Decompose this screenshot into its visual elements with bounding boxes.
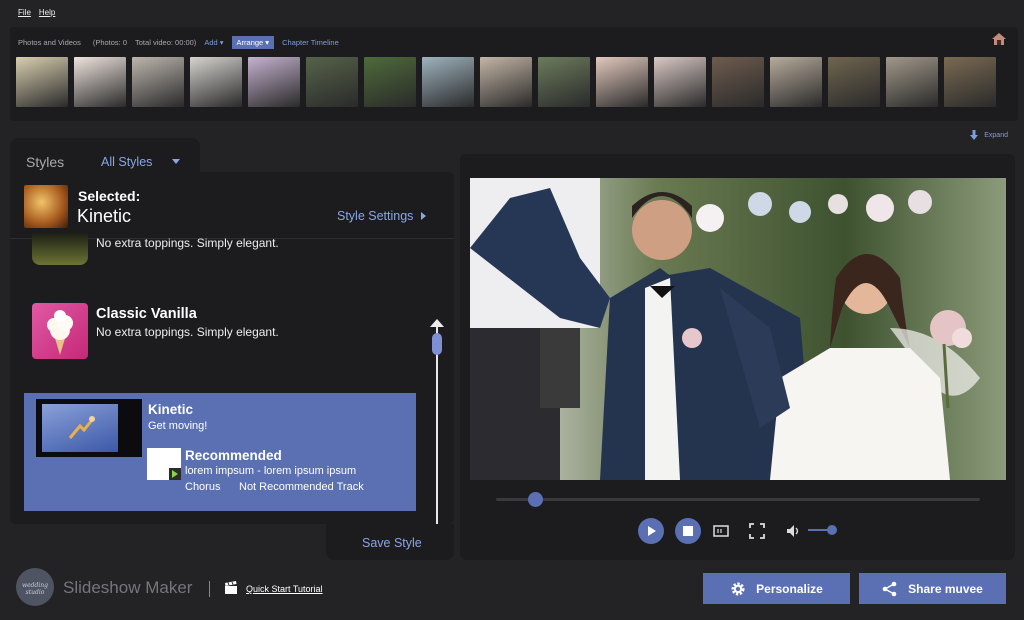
style-filter-dropdown[interactable]: All Styles xyxy=(101,155,152,169)
style-description: Get moving! xyxy=(148,420,208,432)
photo-thumbnail[interactable] xyxy=(712,57,764,107)
recommended-label: Recommended xyxy=(185,448,282,463)
seek-handle[interactable] xyxy=(527,492,543,507)
style-name: Kinetic xyxy=(148,402,194,417)
style-name: Classic Vanilla xyxy=(96,306,197,322)
preview-panel xyxy=(460,154,1015,560)
styles-tab-label: Styles xyxy=(26,154,65,170)
track-name: lorem impsum - lorem ipsum ipsum xyxy=(185,465,357,477)
quick-start-tutorial-link[interactable]: Quick Start Tutorial xyxy=(246,584,323,594)
clapperboard-icon xyxy=(225,581,237,594)
volume-handle[interactable] xyxy=(826,525,837,535)
menu-file[interactable]: File xyxy=(18,8,31,26)
expand-arrow-icon xyxy=(970,130,979,140)
chevron-down-icon[interactable] xyxy=(172,159,180,164)
home-icon[interactable] xyxy=(992,33,1006,45)
photo-thumbnail[interactable] xyxy=(132,57,184,107)
style-thumbnail xyxy=(36,399,142,457)
photo-thumbnail[interactable] xyxy=(248,57,300,107)
style-thumbnail xyxy=(32,233,88,265)
app-name: Slideshow Maker xyxy=(63,578,193,597)
add-menu[interactable]: Add ▾ xyxy=(204,38,223,47)
selected-style-thumbnail xyxy=(24,185,68,228)
styles-panel: Selected: Kinetic Style Settings No extr… xyxy=(10,172,454,524)
photo-thumbnails xyxy=(16,57,996,107)
style-description: No extra toppings. Simply elegant. xyxy=(96,236,279,250)
photo-thumbnail[interactable] xyxy=(190,57,242,107)
play-button[interactable] xyxy=(638,518,664,544)
photos-count: (Photos: 0 xyxy=(92,38,128,47)
photo-thumbnail[interactable] xyxy=(306,57,358,107)
photo-thumbnail[interactable] xyxy=(770,57,822,107)
scrollbar-thumb[interactable] xyxy=(432,333,442,355)
style-settings-link[interactable]: Style Settings xyxy=(337,209,427,223)
photo-thumbnail[interactable] xyxy=(538,57,590,107)
chevron-right-icon xyxy=(421,212,427,220)
photo-thumbnail[interactable] xyxy=(596,57,648,107)
volume-icon[interactable] xyxy=(785,523,801,539)
save-style-button[interactable]: Save Style xyxy=(362,536,422,550)
photo-thumbnail[interactable] xyxy=(16,57,68,107)
total-video: Total video: 00:00) xyxy=(135,38,197,47)
styles-tab: Styles All Styles xyxy=(10,138,200,174)
style-item-kinetic[interactable]: Kinetic Get moving! Recommended lorem im… xyxy=(24,393,416,511)
photo-thumbnail[interactable] xyxy=(364,57,416,107)
style-settings-label: Style Settings xyxy=(337,209,414,223)
expand-label: Expand xyxy=(984,131,1008,139)
menu-bar: File Help xyxy=(0,8,55,26)
style-list: No extra toppings. Simply elegant. Class… xyxy=(10,233,454,524)
share-icon xyxy=(882,581,897,596)
stop-button[interactable] xyxy=(675,518,701,544)
gear-icon xyxy=(731,582,745,595)
seek-bar[interactable] xyxy=(496,498,980,501)
logo-text: wedding studio xyxy=(22,582,48,596)
music-track-thumbnail[interactable] xyxy=(147,448,181,480)
selected-style-name: Kinetic xyxy=(77,206,132,226)
photo-thumbnail[interactable] xyxy=(480,57,532,107)
chorus-link[interactable]: Chorus xyxy=(185,481,220,493)
preview-image xyxy=(470,178,1006,480)
style-description: No extra toppings. Simply elegant. xyxy=(96,325,279,339)
app-logo: wedding studio xyxy=(16,568,54,606)
chapter-timeline-tab[interactable]: Chapter Timeline xyxy=(282,38,339,47)
not-recommended-track-link[interactable]: Not Recommended Track xyxy=(239,481,364,493)
photo-thumbnail[interactable] xyxy=(944,57,996,107)
photo-thumbnail[interactable] xyxy=(828,57,880,107)
personalize-label: Personalize xyxy=(756,581,823,596)
photos-videos-panel: Photos and Videos (Photos: 0 Total video… xyxy=(10,27,1018,121)
photo-thumbnail[interactable] xyxy=(654,57,706,107)
style-item-classic-vanilla[interactable]: Classic Vanilla No extra toppings. Simpl… xyxy=(32,303,422,363)
selected-label: Selected: xyxy=(78,188,141,204)
personalize-button[interactable]: Personalize xyxy=(703,573,850,604)
play-icon[interactable] xyxy=(169,468,181,480)
share-label: Share muvee xyxy=(908,581,983,596)
photo-thumbnail[interactable] xyxy=(886,57,938,107)
photo-thumbnail[interactable] xyxy=(74,57,126,107)
fullscreen-icon[interactable] xyxy=(749,523,765,539)
menu-help[interactable]: Help xyxy=(39,8,55,26)
share-muvee-button[interactable]: Share muvee xyxy=(859,573,1006,604)
arrange-menu[interactable]: Arrange ▾ xyxy=(231,36,275,49)
save-style-tab: Save Style xyxy=(326,524,454,560)
photo-thumbnail[interactable] xyxy=(422,57,474,107)
strip-title: Photos and Videos xyxy=(18,38,81,47)
ice-cream-icon xyxy=(32,303,88,359)
footer-divider xyxy=(209,581,210,597)
strip-header: Photos and Videos (Photos: 0 Total video… xyxy=(18,36,339,49)
expand-button[interactable]: Expand xyxy=(970,130,1008,140)
caption-icon[interactable] xyxy=(713,523,729,539)
